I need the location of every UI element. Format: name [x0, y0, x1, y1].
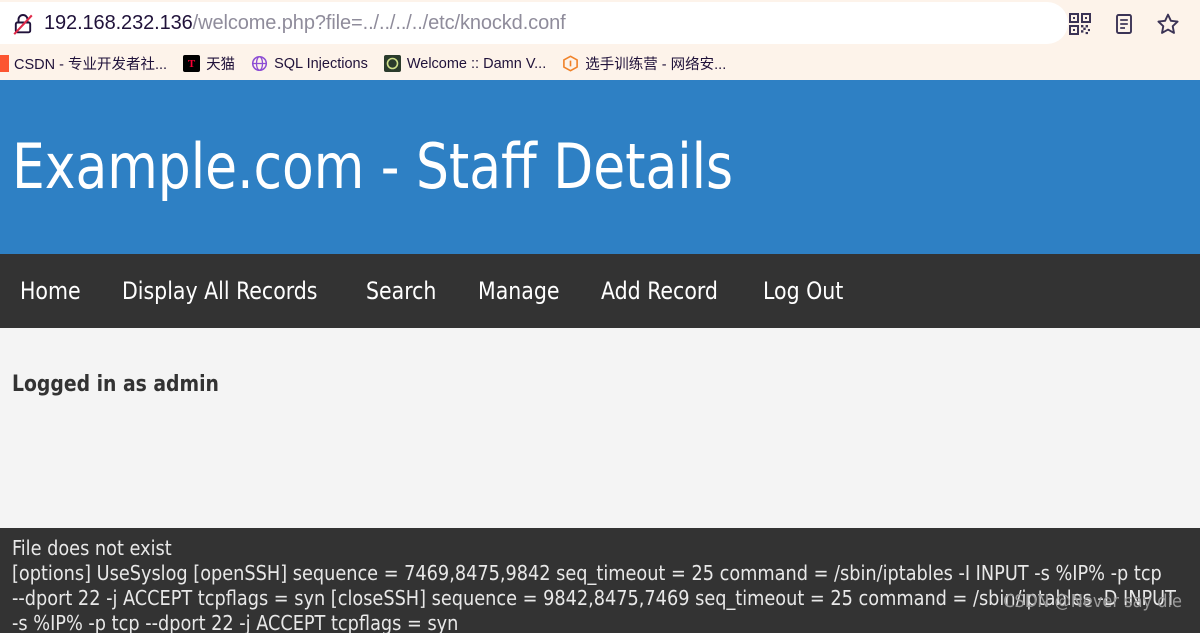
site-banner: Example.com - Staff Details — [0, 80, 1200, 254]
url-path: /welcome.php?file=../../../../etc/knockd… — [192, 12, 566, 34]
nav-link-log-out[interactable]: Log Out — [763, 277, 843, 305]
bookmark-label: 选手训练营 - 网络安... — [585, 57, 727, 73]
qr-code-icon[interactable] — [1066, 10, 1094, 38]
url-bar-row: 192.168.232.136/welcome.php?file=../../.… — [0, 0, 1200, 47]
nav-link-search[interactable]: Search — [366, 277, 436, 305]
training-camp-favicon — [562, 55, 579, 72]
bookmark-sql-injections[interactable]: SQL Injections — [244, 51, 375, 77]
site-navigation: Home Display All Records Search Manage A… — [0, 254, 1200, 328]
page-viewport: Example.com - Staff Details Home Display… — [0, 80, 1200, 633]
output-line: File does not exist — [12, 536, 172, 560]
csdn-favicon — [0, 55, 9, 72]
url-text: 192.168.232.136/welcome.php?file=../../.… — [44, 12, 566, 35]
bookmark-training-camp[interactable]: 选手训练营 - 网络安... — [555, 51, 733, 77]
bookmark-label: Welcome :: Damn V... — [406, 55, 547, 72]
globe-favicon — [251, 55, 268, 72]
bookmark-star-icon[interactable] — [1154, 10, 1182, 38]
output-line: --dport 22 -j ACCEPT tcpflags = syn [clo… — [12, 586, 1176, 610]
tmall-favicon: T — [183, 55, 201, 72]
nav-link-home[interactable]: Home — [20, 277, 81, 305]
output-line: -s %IP% -p tcp --dport 22 -j ACCEPT tcpf… — [12, 611, 459, 633]
dvwa-favicon — [383, 55, 401, 72]
bookmark-label: 天猫 — [206, 57, 236, 73]
file-output-block: File does not exist [options] UseSyslog … — [0, 528, 1200, 633]
bookmarks-bar: CSDN - 专业开发者社... T 天猫 SQL Injections Wel… — [0, 47, 1200, 80]
bookmark-dvwa[interactable]: Welcome :: Damn V... — [377, 51, 553, 77]
url-bar[interactable]: 192.168.232.136/welcome.php?file=../../.… — [0, 0, 566, 47]
lock-crossed-out-icon[interactable] — [10, 11, 36, 37]
bookmark-label: SQL Injections — [274, 55, 368, 72]
nav-link-add-record[interactable]: Add Record — [601, 277, 718, 305]
bookmark-tmall[interactable]: T 天猫 — [176, 51, 242, 77]
nav-link-manage[interactable]: Manage — [478, 277, 559, 305]
watermark: CSDN @Never say die — [1003, 591, 1182, 612]
url-host: 192.168.232.136 — [44, 12, 193, 34]
nav-link-display-all-records[interactable]: Display All Records — [122, 277, 317, 305]
browser-chrome: 192.168.232.136/welcome.php?file=../../.… — [0, 0, 1200, 80]
reader-view-icon[interactable] — [1110, 10, 1138, 38]
output-line: [options] UseSyslog [openSSH] sequence =… — [12, 561, 1162, 585]
logged-in-status: Logged in as admin — [12, 372, 219, 397]
main-content: Logged in as admin — [0, 328, 1200, 506]
bookmark-csdn[interactable]: CSDN - 专业开发者社... — [0, 51, 174, 77]
bookmark-label: CSDN - 专业开发者社... — [14, 57, 168, 73]
page-title: Example.com - Staff Details — [12, 130, 734, 203]
toolbar-icon-group — [1050, 0, 1200, 47]
